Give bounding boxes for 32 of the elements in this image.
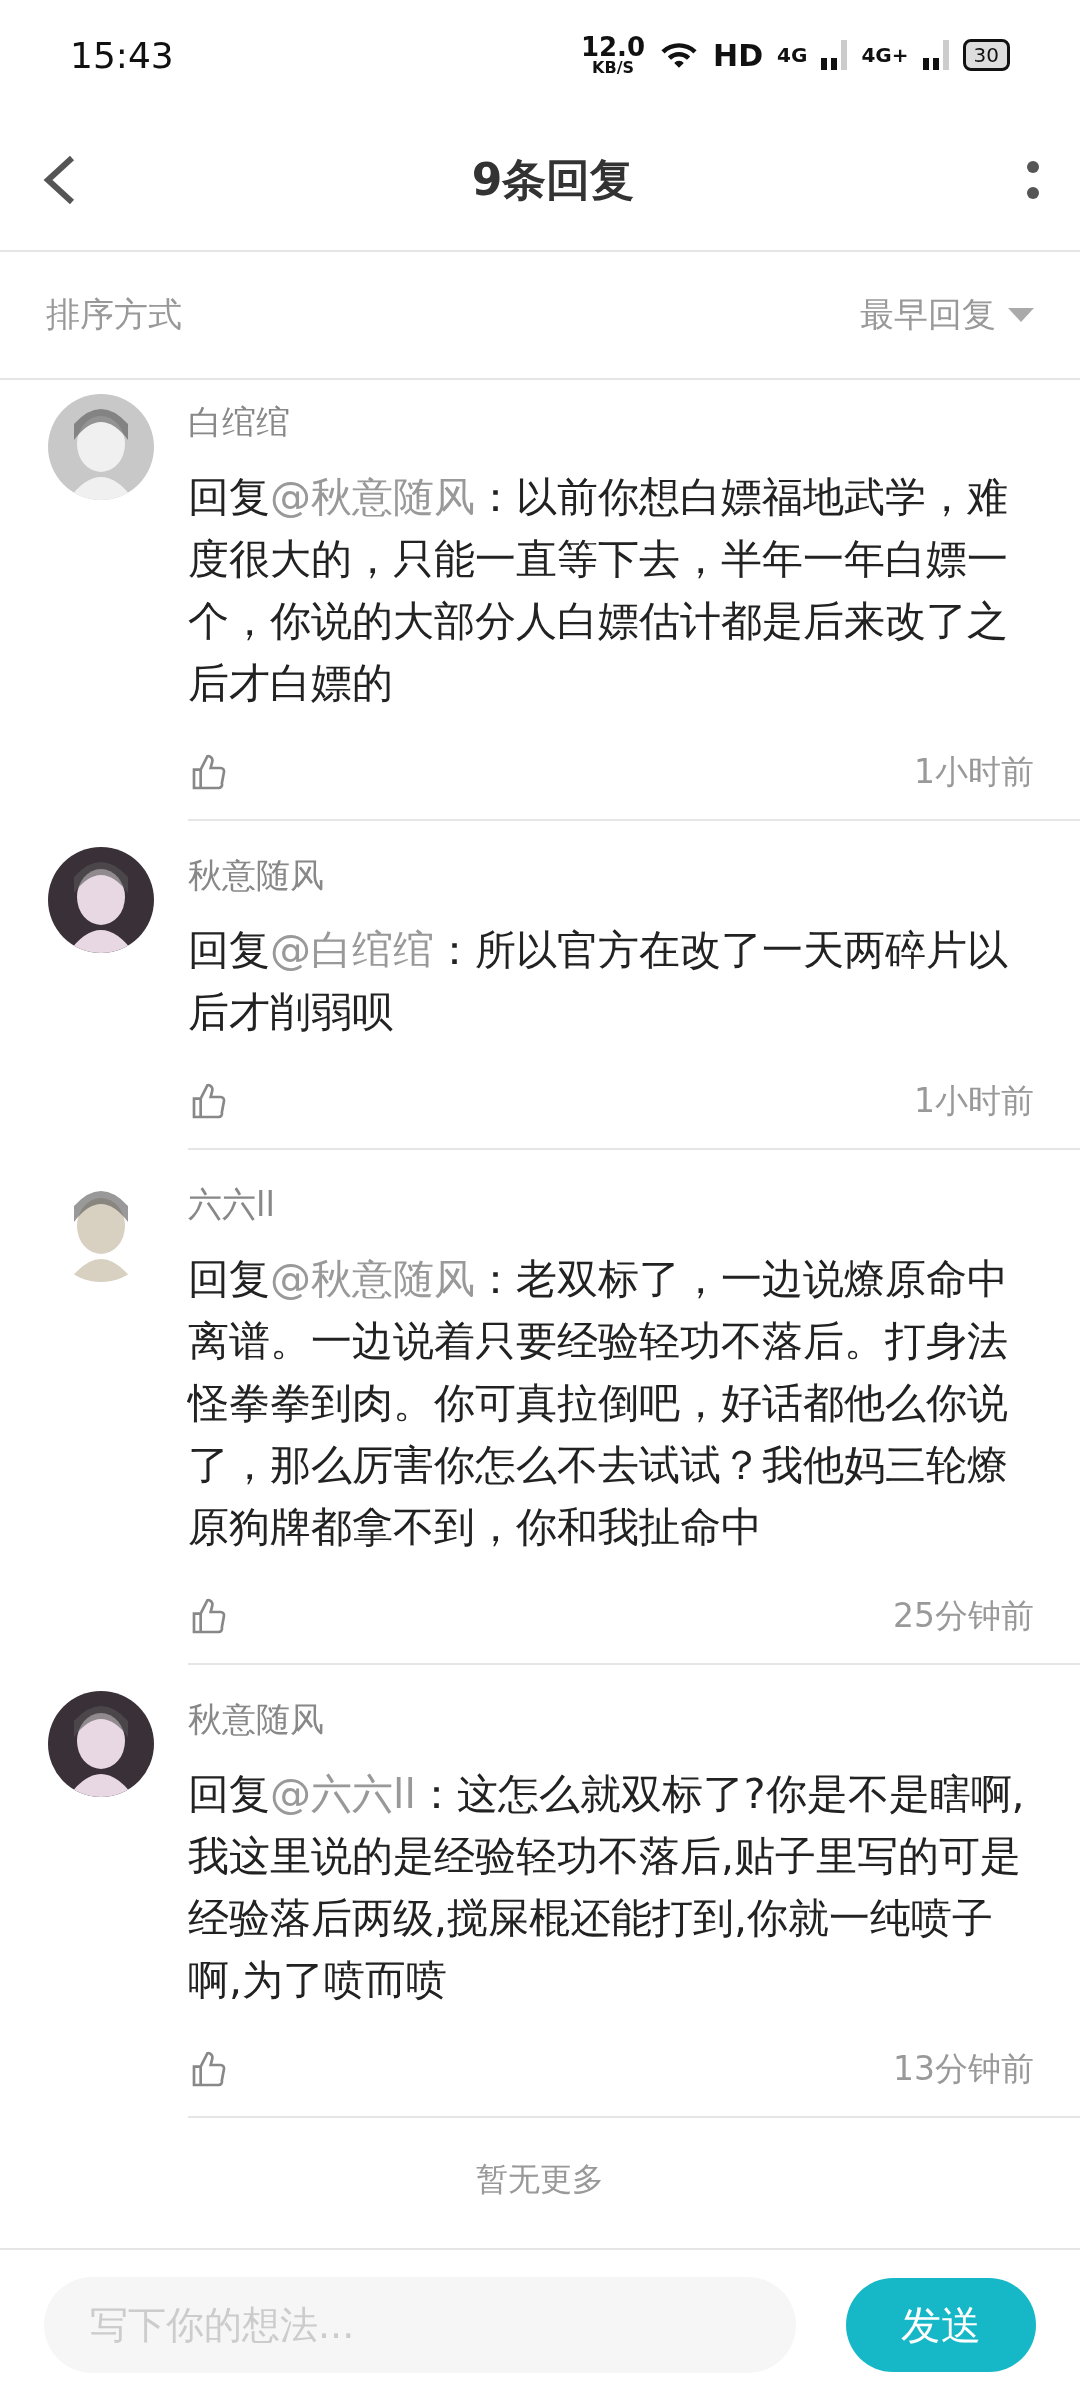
comment-time: 13分钟前 [893,2048,1034,2090]
comment-time: 1小时前 [914,751,1034,793]
sort-dropdown[interactable]: 最早回复 [860,292,1034,338]
battery-indicator: 30 [962,39,1010,71]
more-icon[interactable] [1026,160,1040,200]
signal-icon [821,40,848,70]
caret-icon [1008,308,1034,322]
comment-time: 1小时前 [914,1080,1034,1122]
signal-icon [922,40,949,70]
comment-text: 回复@秋意随风：老双标了，一边说燎原命中离谱。一边说着只要经验轻功不落后。打身法怪拳拳到肉。你可真拉倒吧，好话都他么你说了，那么厉害你怎么不去试试？我他妈三轮燎原狗牌都拿不到，你和我扯命中 [188,1254,1009,1553]
page-title: 9条回复 [471,152,635,207]
commenter-name[interactable]: 六六ll [188,1182,1034,1228]
commenter-name[interactable]: 秋意随风 [188,1697,1034,1743]
end-of-list-text: 暂无更多 [476,2159,604,2200]
mention-link[interactable]: @白绾绾 [270,926,434,974]
mention-link[interactable]: @秋意随风 [270,473,475,521]
commenter-name[interactable]: 白绾绾 [188,400,1034,446]
mention-link[interactable]: @六六ll [270,1770,416,1818]
comment-time: 25分钟前 [893,1595,1034,1637]
comment-text: 回复@六六ll：这怎么就双标了?你是不是瞎啊,我这里说的是经验轻功不落后,贴子里写的可是经验落后两级,搅屎棍还能打到,你就一纯喷子啊,为了喷而喷 [188,1769,1026,2006]
commenter-name[interactable]: 秋意随风 [188,853,1034,899]
comment-text: 回复@白绾绾：所以官方在改了一天两碎片以后才削弱呗 [188,925,1009,1038]
sort-label: 排序方式 [46,293,182,336]
comment-text: 回复@秋意随风：以前你想白嫖福地武学，难度很大的，只能一直等下去，半年一年白嫖一个，你说的大部分人白嫖估计都是后来改了之后才白嫖的 [188,472,1009,709]
network-label: 4G [777,43,808,67]
hd-label: HD [713,37,764,73]
mention-link[interactable]: @秋意随风 [270,1255,475,1303]
speed-unit: KB/S [592,60,634,76]
network-label: 4G+ [861,43,909,67]
network-speed: 12.0 [580,34,646,60]
send-button[interactable]: 发送 [846,2278,1036,2372]
status-time: 15:43 [70,34,174,76]
